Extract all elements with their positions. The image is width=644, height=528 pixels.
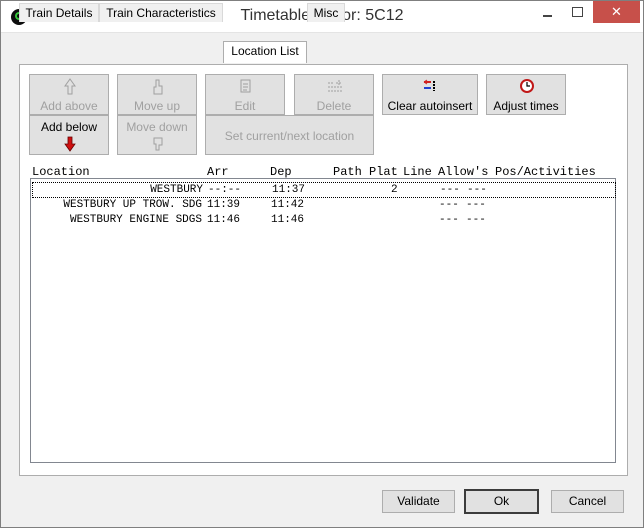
header-arr: Arr bbox=[207, 165, 229, 179]
tab-label: Misc bbox=[313, 6, 339, 20]
add-above-label: Add above bbox=[40, 99, 98, 113]
validate-label: Validate bbox=[397, 494, 440, 508]
row-dep: 11:37 bbox=[272, 184, 306, 196]
hand-down-icon bbox=[153, 137, 163, 151]
maximize-button[interactable] bbox=[563, 1, 591, 23]
maximize-icon bbox=[571, 7, 583, 17]
tab-label: Location List bbox=[231, 44, 299, 58]
row-dep: 11:42 bbox=[271, 199, 305, 211]
delete-label: Delete bbox=[316, 99, 352, 113]
validate-button[interactable]: Validate bbox=[382, 490, 455, 513]
delete-row-icon bbox=[328, 80, 342, 92]
header-plat: Plat bbox=[369, 165, 398, 179]
edit-label: Edit bbox=[234, 99, 256, 113]
edit-button[interactable]: Edit bbox=[205, 74, 285, 115]
adjust-times-button[interactable]: Adjust times bbox=[486, 74, 566, 115]
header-activities: Pos/Activities bbox=[495, 165, 596, 179]
move-up-button[interactable]: Move up bbox=[117, 74, 197, 115]
cancel-label: Cancel bbox=[568, 494, 607, 508]
row-plat: 2 bbox=[391, 184, 398, 196]
row-allow-1: --- bbox=[439, 214, 459, 226]
header-dep: Dep bbox=[270, 165, 292, 179]
row-allow-2: --- bbox=[466, 214, 486, 226]
row-arr: 11:39 bbox=[207, 199, 241, 211]
location-listbox[interactable]: WESTBURY --:-- 11:37 2 --- --- WESTBURY … bbox=[30, 178, 616, 463]
move-down-button[interactable]: Move down bbox=[117, 115, 197, 155]
arrow-down-icon bbox=[64, 136, 76, 152]
row-allow-1: --- bbox=[440, 184, 460, 196]
minimize-icon bbox=[542, 15, 552, 17]
row-dep: 11:46 bbox=[271, 214, 305, 226]
row-allow-2: --- bbox=[466, 199, 486, 211]
move-up-label: Move up bbox=[133, 99, 181, 113]
edit-document-icon bbox=[240, 79, 251, 93]
ok-label: Ok bbox=[493, 494, 510, 508]
header-location: Location bbox=[32, 165, 90, 179]
header-allows: Allow's bbox=[438, 165, 489, 179]
table-row[interactable]: WESTBURY --:-- 11:37 2 --- --- bbox=[32, 182, 616, 198]
add-below-button[interactable]: Add below bbox=[29, 115, 109, 155]
table-row[interactable]: WESTBURY UP TROW. SDG 11:39 11:42 --- --… bbox=[32, 198, 614, 212]
timetable-editor-window: Timetable Editor: 5C12 ✕ Train Details T… bbox=[0, 0, 644, 528]
arrow-up-icon bbox=[64, 78, 76, 95]
move-down-label: Move down bbox=[126, 120, 188, 134]
add-above-button[interactable]: Add above bbox=[29, 74, 109, 115]
tab-location-list[interactable]: Location List bbox=[223, 41, 307, 63]
tab-label: Train Details bbox=[25, 6, 93, 20]
clear-autoinsert-icon bbox=[423, 79, 435, 91]
row-location: WESTBURY ENGINE SDGS bbox=[69, 214, 202, 226]
set-current-next-location-button[interactable]: Set current/next location bbox=[205, 115, 374, 155]
set-current-next-label: Set current/next location bbox=[224, 129, 355, 143]
close-button[interactable]: ✕ bbox=[593, 1, 640, 23]
add-below-label: Add below bbox=[40, 120, 98, 134]
tab-train-characteristics[interactable]: Train Characteristics bbox=[99, 3, 223, 22]
clear-autoinsert-label: Clear autoinsert bbox=[387, 99, 473, 113]
close-icon: ✕ bbox=[611, 4, 622, 19]
tab-label: Train Characteristics bbox=[106, 6, 216, 20]
row-arr: --:-- bbox=[208, 184, 242, 196]
row-allow-2: --- bbox=[467, 184, 487, 196]
table-row[interactable]: WESTBURY ENGINE SDGS 11:46 11:46 --- --- bbox=[32, 213, 614, 227]
ok-button[interactable]: Ok bbox=[464, 489, 539, 514]
clear-autoinsert-button[interactable]: Clear autoinsert bbox=[382, 74, 478, 115]
header-path: Path bbox=[333, 165, 362, 179]
tab-train-details[interactable]: Train Details bbox=[19, 3, 99, 22]
hand-up-icon bbox=[153, 79, 163, 95]
cancel-button[interactable]: Cancel bbox=[551, 490, 624, 513]
row-location: WESTBURY UP TROW. SDG bbox=[63, 199, 202, 211]
row-arr: 11:46 bbox=[207, 214, 241, 226]
header-line: Line bbox=[403, 165, 432, 179]
row-location: WESTBURY bbox=[150, 184, 203, 196]
row-allow-1: --- bbox=[439, 199, 459, 211]
adjust-times-label: Adjust times bbox=[493, 99, 559, 113]
clock-icon bbox=[520, 79, 534, 93]
minimize-button[interactable] bbox=[533, 1, 561, 23]
tab-misc[interactable]: Misc bbox=[307, 3, 345, 22]
delete-button[interactable]: Delete bbox=[294, 74, 374, 115]
